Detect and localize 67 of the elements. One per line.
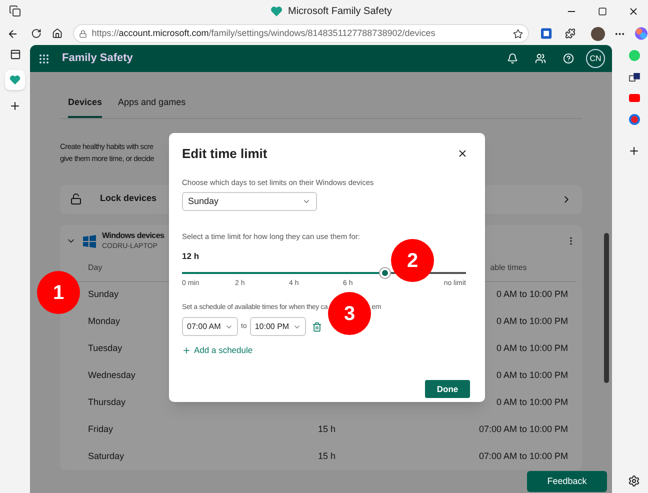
extension-icon[interactable]: [541, 28, 552, 39]
dialog-title: Edit time limit: [182, 145, 268, 163]
profile-avatar[interactable]: [591, 26, 605, 40]
time-limit-cell: 15 h: [318, 424, 336, 434]
lock-label: Lock devices: [100, 192, 157, 206]
close-icon[interactable]: [457, 148, 468, 160]
scrollbar-thumb[interactable]: [604, 233, 609, 383]
available-times-cell-text: 07:00 AM to 10:00 PM: [478, 423, 568, 436]
add-schedule-link[interactable]: Add a schedule: [182, 344, 253, 357]
url-text: https://account.microsoft.com/family/settings/windows/8148351127788738902/devices: [92, 26, 436, 40]
notification-icon[interactable]: [507, 53, 518, 64]
heart-icon: [9, 74, 21, 86]
limit-value: 12 h: [182, 250, 200, 263]
active-tab[interactable]: [5, 70, 25, 90]
available-times-cell-text: 0 AM to 10:00 PM: [496, 342, 568, 356]
help-icon[interactable]: [563, 53, 574, 64]
favorite-icon[interactable]: [513, 28, 524, 38]
close-icon[interactable]: [628, 6, 639, 16]
feedback-button[interactable]: Feedback: [527, 471, 607, 492]
refresh-icon[interactable]: [30, 28, 42, 39]
back-icon[interactable]: [7, 28, 19, 40]
app-icon: [270, 5, 283, 18]
window-title: Microsoft Family Safety: [288, 5, 392, 19]
people-icon[interactable]: [535, 53, 546, 64]
slider-thumb[interactable]: [380, 268, 390, 278]
app-title: Family Safety: [62, 51, 133, 66]
plus-icon: [182, 346, 191, 356]
column-header: Day: [88, 262, 102, 274]
tab[interactable]: Devices: [68, 96, 102, 118]
time-limit-cell: 15 h: [318, 451, 336, 462]
address-field[interactable]: https://account.microsoft.com/family/settings/windows/8148351127788738902/devices: [72, 24, 530, 43]
day-cell: Saturday: [88, 451, 124, 462]
home-icon[interactable]: [52, 28, 63, 39]
day-cell: Monday: [88, 316, 120, 326]
delete-icon[interactable]: [312, 322, 322, 332]
app-launcher-icon[interactable]: [38, 52, 50, 64]
tab[interactable]: Apps and games: [118, 96, 186, 118]
day-cell: Thursday: [88, 397, 126, 408]
assistant-icon[interactable]: [635, 27, 648, 40]
available-times-cell-text: 0 AM to 10:00 PM: [496, 315, 568, 328]
available-times-cell-text: 0 AM to 10:00 PM: [496, 288, 568, 302]
window-icon[interactable]: [628, 73, 640, 82]
start-time-select[interactable]: 07:00 AM: [182, 317, 238, 336]
column-header: able times: [490, 262, 527, 274]
available-times-cell-text: 0 AM to 10:00 PM: [496, 396, 568, 410]
done-button[interactable]: Done: [425, 380, 470, 398]
extensions-icon[interactable]: [564, 28, 576, 39]
device-title: Windows devices: [102, 230, 164, 242]
tabs-icon[interactable]: [10, 49, 20, 60]
day-cell: Tuesday: [88, 343, 122, 354]
add-icon[interactable]: [628, 145, 640, 157]
maximize-icon[interactable]: [598, 6, 607, 16]
workspaces-icon[interactable]: [9, 5, 21, 17]
day-cell: Wednesday: [88, 370, 136, 380]
available-times-cell-text: 07:00 AM to 10:00 PM: [478, 450, 568, 464]
day-select[interactable]: Sunday: [182, 192, 317, 211]
settings-icon[interactable]: [628, 475, 640, 487]
day-cell: Sunday: [88, 289, 119, 300]
unlock-icon: [70, 193, 82, 205]
new-tab-icon[interactable]: [9, 100, 21, 112]
account-avatar[interactable]: CN: [586, 49, 605, 68]
day-cell: Friday: [88, 424, 114, 434]
windows-logo-icon: [83, 234, 96, 248]
end-time-select[interactable]: 10:00 PM: [250, 317, 306, 336]
lock-icon: [78, 30, 87, 38]
available-times-cell-text: 0 AM to 10:00 PM: [496, 369, 568, 382]
video-icon[interactable]: [628, 94, 640, 102]
